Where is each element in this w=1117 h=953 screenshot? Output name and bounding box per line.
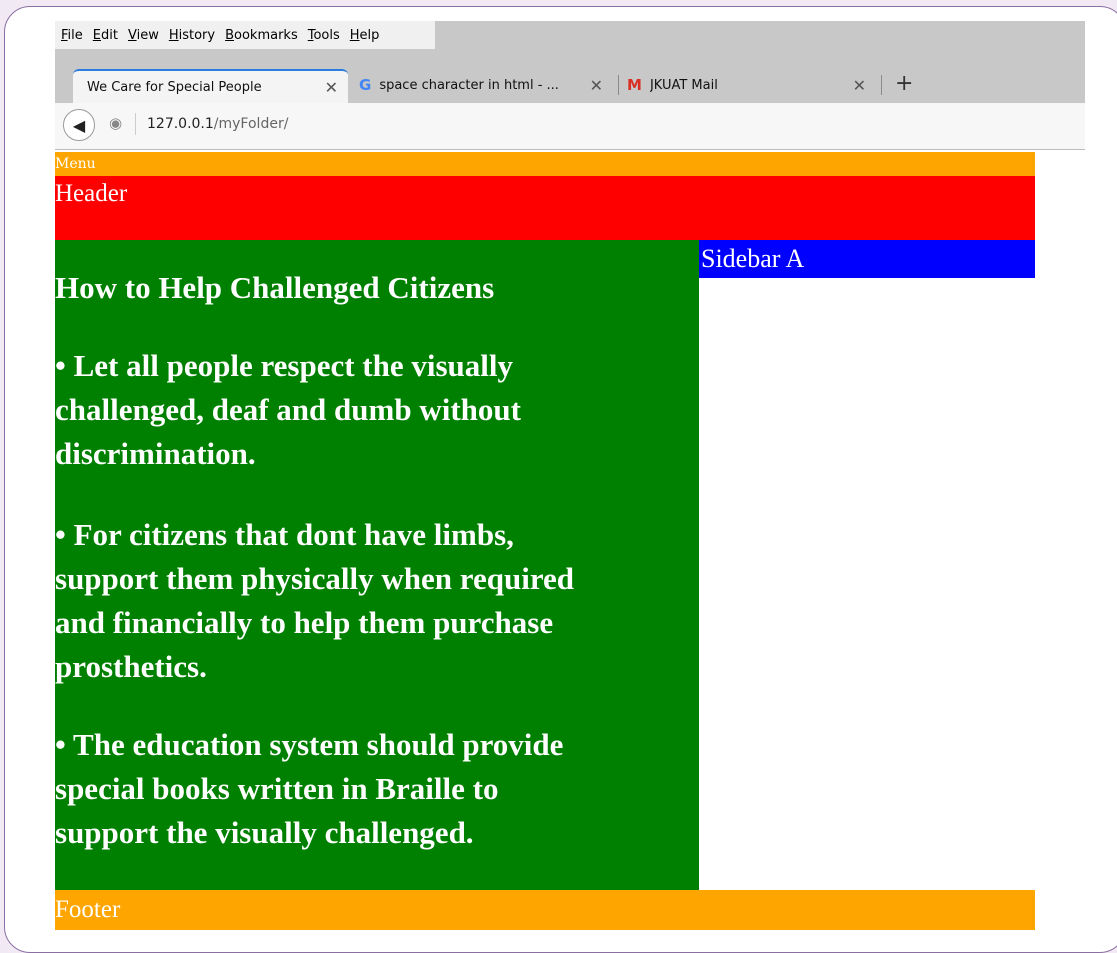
browser-chrome: File Edit View History Bookmarks Tools H… <box>55 21 1085 150</box>
close-icon[interactable]: ✕ <box>590 76 603 95</box>
main-paragraph: • The education system should provide sp… <box>55 727 564 850</box>
main-content: How to Help Challenged Citizens • Let al… <box>55 240 699 890</box>
new-tab-button[interactable]: + <box>895 71 913 96</box>
tab-we-care[interactable]: We Care for Special People ✕ <box>73 69 348 103</box>
close-icon[interactable]: ✕ <box>325 78 338 97</box>
back-button[interactable]: ◀ <box>63 109 95 141</box>
tab-label: We Care for Special People <box>87 79 262 95</box>
url-path: /myFolder/ <box>213 116 289 132</box>
google-icon: G <box>359 76 372 94</box>
menu-view[interactable]: View <box>128 28 159 43</box>
main-heading: How to Help Challenged Citizens <box>55 270 495 305</box>
menu-history[interactable]: History <box>169 28 215 43</box>
navigation-bar: ◀ ◉ 127.0.0.1/myFolder/ <box>55 103 1085 150</box>
separator <box>135 113 136 135</box>
menu-bookmarks[interactable]: Bookmarks <box>225 28 298 43</box>
menu-label: Menu <box>55 156 96 172</box>
url-host: 127.0.0.1 <box>147 116 214 132</box>
page-menu: Menu <box>55 152 1035 176</box>
tab-space-character[interactable]: G space character in html - ... ✕ <box>353 69 619 101</box>
tab-jkuat-mail[interactable]: M JKUAT Mail ✕ <box>621 69 882 101</box>
tab-label: space character in html - ... <box>379 77 559 93</box>
menu-edit[interactable]: Edit <box>93 28 118 43</box>
screenshot-frame: File Edit View History Bookmarks Tools H… <box>4 6 1117 953</box>
gmail-icon: M <box>627 76 642 94</box>
page-header: Header <box>55 176 1035 240</box>
sidebar-label: Sidebar A <box>701 244 805 273</box>
header-label: Header <box>55 180 128 207</box>
tab-label: JKUAT Mail <box>649 77 718 93</box>
browser-window: File Edit View History Bookmarks Tools H… <box>55 21 1085 942</box>
page-footer: Footer <box>55 890 1035 930</box>
tab-strip: We Care for Special People ✕ G space cha… <box>55 61 1085 103</box>
sidebar: Sidebar A <box>699 240 1035 278</box>
main-paragraph: • For citizens that dont have limbs, sup… <box>55 517 575 684</box>
menu-tools[interactable]: Tools <box>308 28 340 43</box>
menu-help[interactable]: Help <box>350 28 380 43</box>
close-icon[interactable]: ✕ <box>853 76 866 95</box>
globe-icon: ◉ <box>109 114 123 132</box>
url-bar[interactable]: 127.0.0.1/myFolder/ <box>147 116 288 132</box>
arrow-left-icon: ◀ <box>72 115 86 135</box>
menu-bar: File Edit View History Bookmarks Tools H… <box>55 21 435 49</box>
menu-file[interactable]: File <box>61 28 83 43</box>
main-paragraph: • Let all people respect the visually ch… <box>55 348 521 471</box>
footer-label: Footer <box>55 896 121 923</box>
